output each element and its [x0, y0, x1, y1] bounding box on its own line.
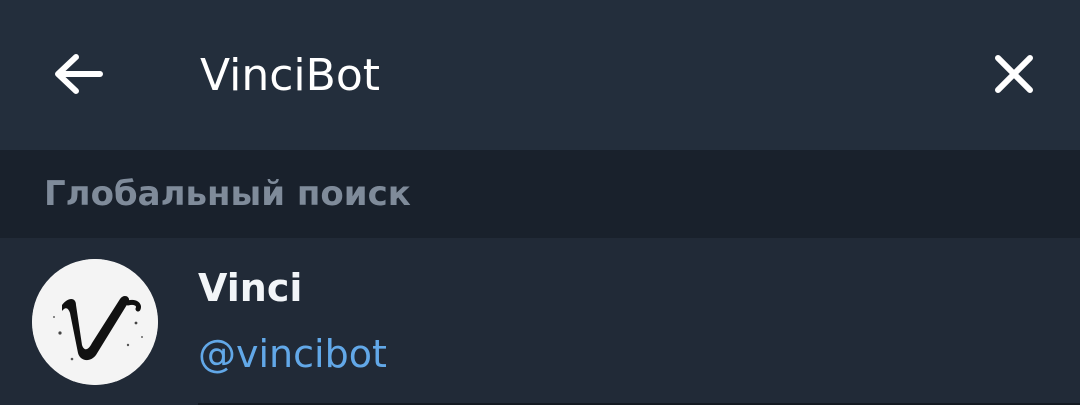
arrow-left-icon: [55, 54, 103, 94]
result-username: @vincibot: [198, 332, 387, 376]
search-screen: Глобальный поиск Vinci @vincibot: [0, 0, 1080, 405]
vinci-logo: [32, 259, 158, 385]
search-toolbar: [0, 0, 1080, 150]
section-title: Глобальный поиск: [44, 174, 411, 214]
list-item[interactable]: [0, 238, 1080, 405]
search-input[interactable]: [200, 40, 940, 110]
clear-search-button[interactable]: [980, 42, 1048, 106]
back-button[interactable]: [40, 42, 116, 106]
avatar: [32, 259, 158, 385]
close-icon: [995, 55, 1033, 93]
result-name: Vinci: [198, 266, 303, 310]
